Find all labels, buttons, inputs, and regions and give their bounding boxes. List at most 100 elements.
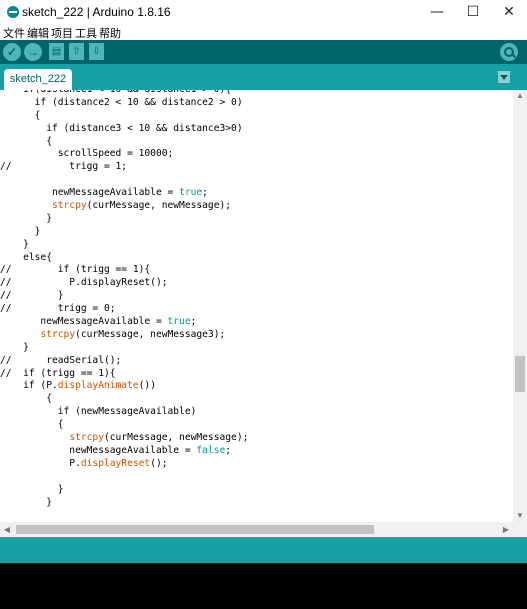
- code-line[interactable]: // readSerial();: [0, 355, 512, 368]
- code-line[interactable]: if(distance1 < 10 && distance1 > 0){: [0, 90, 512, 97]
- code-line[interactable]: P.displayReset();: [0, 458, 512, 471]
- new-sketch-button[interactable]: ▤: [49, 43, 64, 60]
- verify-button[interactable]: ✓: [3, 43, 21, 61]
- menu-file[interactable]: 文件: [3, 25, 25, 41]
- code-line[interactable]: scrollSpeed = 10000;: [0, 148, 512, 161]
- scroll-down-arrow-icon[interactable]: ▼: [513, 510, 527, 522]
- code-line[interactable]: if (P.displayAnimate()): [0, 380, 512, 393]
- open-button[interactable]: ⇧: [69, 43, 84, 60]
- code-line[interactable]: // trigg = 0;: [0, 303, 512, 316]
- code-token: strcpy: [40, 328, 76, 340]
- code-fragment: // trigg = 1;: [0, 161, 128, 173]
- window-title: sketch_222 | Arduino 1.8.16: [22, 5, 171, 19]
- close-button[interactable]: ✕: [491, 0, 527, 24]
- code-line[interactable]: else{: [0, 252, 512, 265]
- code-line[interactable]: newMessageAvailable = true;: [0, 187, 512, 200]
- code-line[interactable]: // trigg = 1;: [0, 161, 512, 174]
- code-fragment: if (P.: [0, 380, 58, 392]
- code-line[interactable]: if (distance3 < 10 && distance3>0): [0, 123, 512, 136]
- code-line[interactable]: }: [0, 497, 512, 510]
- minimize-button[interactable]: —: [419, 0, 455, 24]
- code-line[interactable]: strcpy(curMessage, newMessage);: [0, 200, 512, 213]
- code-line[interactable]: }: [0, 484, 512, 497]
- code-line[interactable]: [0, 174, 512, 187]
- code-fragment: if (distance3 < 10 && distance3>0): [0, 122, 243, 134]
- code-fragment: [0, 329, 40, 340]
- save-button[interactable]: ⇩: [89, 43, 104, 60]
- title-bar: sketch_222 | Arduino 1.8.16 — ☐ ✕: [0, 0, 527, 24]
- code-line[interactable]: if (distance2 < 10 && distance2 > 0): [0, 97, 512, 110]
- code-fragment: ()): [138, 380, 156, 392]
- code-token: strcpy: [51, 200, 87, 212]
- code-text[interactable]: if(distance1 < 10 && distance1 > 0){ if …: [0, 90, 512, 509]
- code-line[interactable]: {: [0, 136, 512, 149]
- vertical-scrollbar[interactable]: ▲ ▼: [513, 90, 527, 522]
- scroll-up-arrow-icon[interactable]: ▲: [513, 90, 527, 102]
- menu-bar: 文件 编辑 项目 工具 帮助: [0, 24, 527, 40]
- code-fragment: }: [0, 341, 29, 353]
- toolbar: ✓ → ▤ ⇧ ⇩: [0, 40, 527, 64]
- code-line[interactable]: {: [0, 393, 512, 406]
- code-fragment: (curMessage, newMessage);: [86, 200, 232, 212]
- horizontal-scroll-thumb[interactable]: [16, 525, 374, 534]
- code-line[interactable]: [0, 471, 512, 484]
- tab-menu-chevron-down-icon[interactable]: [498, 71, 510, 83]
- code-fragment: [0, 432, 69, 443]
- serial-monitor-button[interactable]: [500, 43, 518, 61]
- code-line[interactable]: newMessageAvailable = false;: [0, 445, 512, 458]
- code-line[interactable]: newMessageAvailable = true;: [0, 316, 512, 329]
- code-fragment: }: [0, 238, 29, 250]
- code-line[interactable]: strcpy(curMessage, newMessage);: [0, 432, 512, 445]
- code-fragment: {: [0, 419, 64, 431]
- code-editor[interactable]: if(distance1 < 10 && distance1 > 0){ if …: [0, 90, 527, 522]
- menu-edit[interactable]: 编辑: [27, 25, 49, 41]
- code-line[interactable]: // if (trigg == 1){: [0, 368, 512, 381]
- code-fragment: ;: [190, 316, 197, 328]
- code-fragment: if (distance2 < 10 && distance2 > 0): [0, 96, 243, 108]
- code-token: displayAnimate: [57, 380, 139, 392]
- code-fragment: (curMessage, newMessage);: [103, 432, 249, 444]
- code-line[interactable]: strcpy(curMessage, newMessage3);: [0, 329, 512, 342]
- arduino-logo-icon: [7, 6, 19, 18]
- code-fragment: newMessageAvailable =: [0, 444, 197, 456]
- code-fragment: }: [0, 496, 52, 508]
- code-line[interactable]: // P.displayReset();: [0, 277, 512, 290]
- code-line[interactable]: // }: [0, 290, 512, 303]
- menu-tools[interactable]: 工具: [75, 25, 97, 41]
- code-fragment: else{: [0, 251, 52, 263]
- menu-help[interactable]: 帮助: [99, 25, 121, 41]
- code-line[interactable]: }: [0, 213, 512, 226]
- tab-bar: sketch_222: [0, 64, 527, 90]
- code-token: displayReset: [80, 457, 151, 469]
- code-line[interactable]: }: [0, 226, 512, 239]
- upload-button[interactable]: →: [24, 43, 42, 61]
- scroll-right-arrow-icon[interactable]: ▶: [499, 522, 513, 537]
- code-token: true: [167, 316, 191, 328]
- console-output: [0, 563, 527, 609]
- code-fragment: if(distance1 < 10 && distance1 > 0){: [0, 90, 231, 95]
- code-line[interactable]: {: [0, 110, 512, 123]
- code-token: strcpy: [69, 432, 104, 444]
- code-fragment: {: [0, 135, 52, 147]
- code-fragment: ;: [225, 444, 232, 456]
- code-line[interactable]: {: [0, 419, 512, 432]
- code-line[interactable]: if (newMessageAvailable): [0, 406, 512, 419]
- code-fragment: P.: [0, 457, 81, 469]
- horizontal-scrollbar[interactable]: ◀ ▶: [0, 522, 527, 537]
- code-fragment: newMessageAvailable =: [0, 187, 180, 199]
- code-fragment: {: [0, 393, 52, 405]
- code-line[interactable]: }: [0, 342, 512, 355]
- scroll-left-arrow-icon[interactable]: ◀: [0, 522, 14, 537]
- code-fragment: }: [0, 225, 41, 237]
- code-line[interactable]: }: [0, 239, 512, 252]
- code-line[interactable]: // if (trigg == 1){: [0, 264, 512, 277]
- code-fragment: {: [0, 109, 41, 121]
- menu-sketch[interactable]: 项目: [51, 25, 73, 41]
- code-fragment: scrollSpeed = 10000;: [0, 148, 174, 160]
- code-fragment: }: [0, 483, 64, 495]
- code-fragment: ();: [150, 457, 168, 469]
- code-fragment: [0, 200, 52, 211]
- maximize-button[interactable]: ☐: [455, 0, 491, 24]
- tab-sketch-222[interactable]: sketch_222: [4, 69, 72, 90]
- vertical-scroll-thumb[interactable]: [515, 356, 525, 392]
